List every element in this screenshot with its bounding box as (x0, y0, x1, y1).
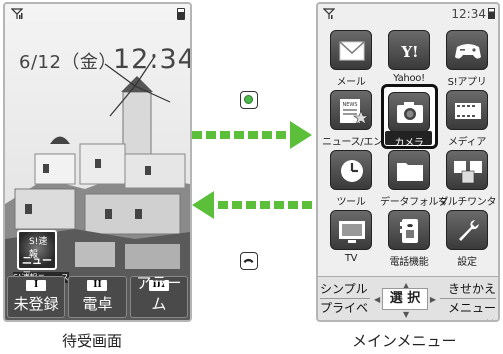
menu-item-label: 設定 (457, 257, 477, 268)
menu-item-label: TV (344, 253, 358, 264)
standby-date: 6/12（金） (19, 52, 117, 73)
menu-item-data-folder[interactable]: データフォルダ (380, 148, 448, 208)
phone-book-icon (400, 219, 418, 243)
news-widget-icon: S!速報 ニュース (17, 230, 57, 282)
battery-icon (488, 8, 495, 19)
menu-item-multi-touch[interactable]: マルチワンタッチ (438, 148, 498, 208)
menu-soft-key-bar: シンプル プライベート ▲ ◀ 選 択 ▶ ▼ きせかえ メニュー切替 (318, 276, 498, 320)
wrench-icon (459, 220, 479, 241)
soft-key-1-label: 未登録 (13, 295, 59, 313)
menu-item-label: Yahoo! (393, 73, 425, 84)
menu-item-label: マルチワンタッチ (438, 197, 498, 208)
menu-item-phone-functions[interactable]: 電話機能 (380, 208, 438, 268)
tv-icon (339, 221, 365, 243)
svg-text:NEWS: NEWS (342, 102, 357, 108)
signal-icon (11, 8, 23, 19)
menu-grid: メール Y! Yahoo! S!アプリ NEWS ニュース/エンタメ カメラ メ… (322, 28, 498, 268)
menu-item-label: S!アプリ (447, 77, 487, 88)
svg-text:Y!: Y! (400, 43, 418, 61)
menu-item-label: カメラ (394, 138, 424, 149)
right-soft-key-line2: メニュー切替 (440, 299, 496, 320)
menu-item-label: 電話機能 (389, 257, 429, 268)
signal-icon (323, 8, 335, 19)
soft-key-2-number: II (87, 280, 108, 291)
menu-item-news[interactable]: NEWS ニュース/エンタメ (322, 88, 402, 148)
center-key-icon (240, 91, 258, 109)
soft-key-3-label: アラーム (136, 274, 182, 313)
menu-item-apps[interactable]: S!アプリ (438, 28, 496, 88)
menu-item-tv[interactable]: TV (322, 208, 380, 268)
right-soft-key[interactable]: きせかえ メニュー切替 (440, 280, 496, 320)
folder-icon (397, 163, 423, 181)
menu-item-label: データフォルダ (380, 197, 448, 208)
menu-item-media[interactable]: メディア (438, 88, 496, 148)
menu-item-tools[interactable]: ツール (322, 148, 380, 208)
soft-key-bar: I 未登録 II 電卓 III アラーム (5, 274, 190, 320)
camera-icon (397, 102, 423, 123)
right-arrow-icon: ▶ (429, 295, 436, 304)
select-key[interactable]: ▲ ◀ 選 択 ▶ ▼ (374, 281, 436, 319)
main-menu-screen: 12:34 メール Y! Yahoo! S!アプリ NEWS ニュース/エンタメ… (316, 2, 500, 322)
multi-icon (454, 161, 482, 184)
select-label: 選 択 (382, 288, 428, 310)
soft-key-1-number: I (26, 280, 47, 291)
menu-item-settings[interactable]: 設定 (438, 208, 496, 268)
menu-item-label: メディア (447, 137, 487, 148)
status-clock: 12:34 (451, 7, 486, 21)
yahoo-icon: Y! (400, 43, 418, 61)
status-bar (5, 4, 190, 22)
arrow-right-icon (192, 121, 312, 149)
down-arrow-icon: ▼ (403, 310, 410, 319)
left-soft-key-line2: プライベート (320, 299, 370, 320)
clock-icon (341, 160, 363, 182)
left-soft-key-line1: シンプル (320, 280, 370, 299)
gamepad-icon (455, 44, 481, 59)
end-key-icon (240, 252, 258, 270)
right-soft-key-line1: きせかえ (440, 280, 496, 299)
menu-item-mail[interactable]: メール (322, 28, 380, 88)
film-icon (455, 103, 481, 119)
news-icon: NEWS (340, 99, 369, 125)
menu-item-label: メール (336, 77, 366, 88)
menu-item-camera[interactable]: カメラ (380, 84, 438, 149)
status-bar: 12:34 (318, 4, 498, 24)
left-arrow-icon: ◀ (374, 295, 381, 304)
soft-key-3[interactable]: III アラーム (129, 274, 188, 318)
arrow-left-icon (192, 191, 312, 219)
mail-icon (339, 41, 365, 61)
standby-time: 12:34 (113, 44, 192, 75)
menu-item-label: ツール (336, 197, 366, 208)
menu-item-yahoo[interactable]: Y! Yahoo! (380, 28, 438, 88)
soft-key-2[interactable]: II 電卓 (68, 276, 127, 318)
battery-icon (177, 8, 185, 20)
main-menu-caption: メインメニュー (352, 332, 457, 350)
standby-caption: 待受画面 (62, 332, 123, 350)
soft-key-1[interactable]: I 未登録 (7, 276, 66, 318)
menu-item-label: ニュース/エンタメ (322, 137, 402, 148)
standby-screen: 6/12（金） 12:34 S!速報 ニュース S!速報ニュース I 未登録 I… (3, 2, 192, 322)
soft-key-2-label: 電卓 (82, 295, 113, 313)
left-soft-key[interactable]: シンプル プライベート (320, 280, 370, 320)
